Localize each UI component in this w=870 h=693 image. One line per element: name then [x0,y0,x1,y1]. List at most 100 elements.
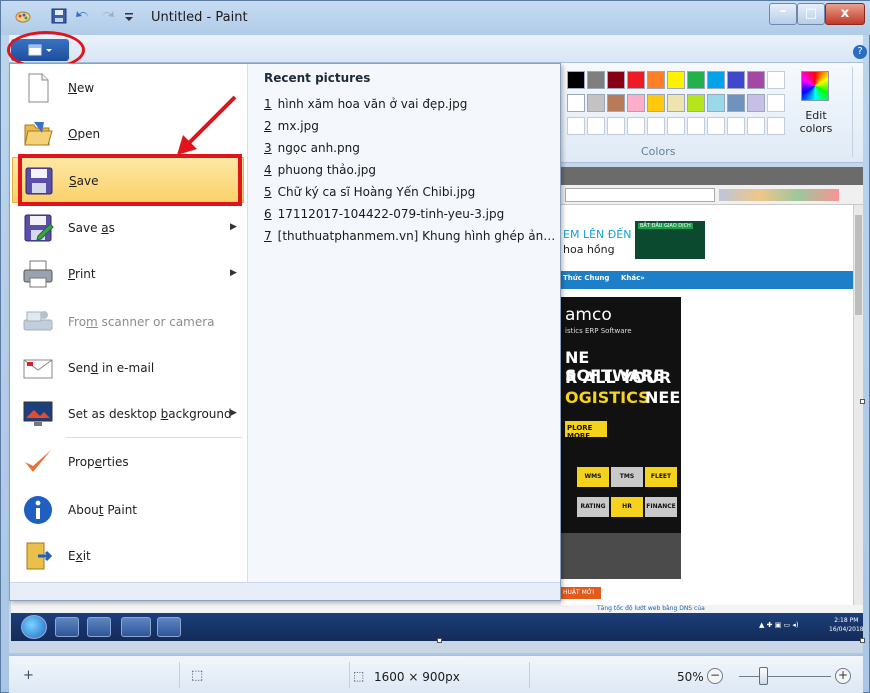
recent-item-number: 5 [264,185,272,199]
recent-picture-item[interactable]: 3 ngọc anh.png [264,141,556,163]
email-icon [22,352,54,384]
recent-picture-item[interactable]: 2 mx.jpg [264,119,556,141]
customize-toolbar-icon[interactable] [121,8,137,24]
color-swatch[interactable] [567,117,585,135]
help-icon[interactable]: ? [853,45,867,59]
color-swatch[interactable] [707,94,725,112]
canvas-resize-handle-corner[interactable] [860,638,865,643]
color-swatch[interactable] [687,71,705,89]
embedded-taskbar: ▲ ✚ ▣ ▭ ◂) 2:18 PM 16/04/2018 [11,613,864,641]
color-swatch[interactable] [747,94,765,112]
menu-item-set-as-desktop-background[interactable]: Set as desktop background ▶ [12,391,244,437]
new-document-icon [22,72,54,104]
recent-item-number: 4 [264,163,272,177]
menu-item-from-scanner-or-camera[interactable]: From scanner or camera [12,299,244,345]
menu-item-about-paint[interactable]: About Paint [12,487,244,533]
menu-item-properties[interactable]: Properties [12,439,244,485]
color-swatch[interactable] [727,117,745,135]
color-swatch[interactable] [687,94,705,112]
menu-item-label: From scanner or camera [68,315,215,329]
color-swatch[interactable] [667,94,685,112]
embedded-clock-time: 2:18 PM [834,617,859,624]
color-swatch[interactable] [627,94,645,112]
color-swatch[interactable] [767,117,785,135]
maximize-button[interactable]: □ [797,3,825,25]
color-swatch[interactable] [767,94,785,112]
color-swatch[interactable] [607,71,625,89]
status-divider [179,662,180,688]
color-swatch[interactable] [707,71,725,89]
color-swatch[interactable] [647,117,665,135]
recent-picture-item[interactable]: 5 Chữ ký ca sĩ Hoàng Yến Chibi.jpg [264,185,556,207]
canvas-resize-handle-right[interactable] [860,399,865,404]
recent-pictures-list: 1 hình xăm hoa văn ở vai đẹp.jpg 2 mx.jpg 3 n… [264,97,556,251]
recent-pictures-panel: Recent pictures 1 hình xăm hoa văn ở vai … [248,64,560,600]
ribbon-divider [852,67,853,157]
menu-item-save-as[interactable]: Save as ▶ [12,205,244,251]
recent-picture-item[interactable]: 4 phuong thảo.jpg [264,163,556,185]
recent-item-name: hình xăm hoa văn ở vai đẹp.jpg [277,97,468,111]
puzzle-piece: WMS [577,467,609,487]
menu-item-label: Save as [68,221,115,235]
redo-icon[interactable] [99,8,115,24]
color-swatch[interactable] [687,117,705,135]
color-swatch[interactable] [627,117,645,135]
recent-item-name: Chữ ký ca sĩ Hoàng Yến Chibi.jpg [277,185,476,199]
color-swatch[interactable] [587,117,605,135]
color-swatch[interactable] [647,94,665,112]
color-swatch[interactable] [707,117,725,135]
ad-logo: amco [565,305,612,325]
canvas-resize-handle-bottom[interactable] [437,638,442,643]
menu-item-send-in-e-mail[interactable]: Send in e-mail [12,345,244,391]
close-button[interactable]: x [825,3,865,25]
zoom-out-button[interactable]: − [707,668,723,684]
zoom-slider-thumb[interactable] [759,667,768,685]
quick-save-icon[interactable] [51,8,67,24]
color-swatch[interactable] [667,71,685,89]
scanner-icon [22,306,54,338]
menu-item-exit[interactable]: Exit [12,533,244,579]
color-swatch[interactable] [607,117,625,135]
recent-picture-item[interactable]: 6 17112017-104422-079-tinh-yeu-3.jpg [264,207,556,229]
puzzle-piece: TMS [611,467,643,487]
color-swatch[interactable] [727,94,745,112]
embedded-clock-date: 16/04/2018 [829,626,864,633]
printer-icon [22,258,54,290]
window-title: Untitled - Paint [151,10,248,25]
undo-icon[interactable] [75,8,91,24]
zoom-slider-track[interactable] [739,676,831,677]
color-swatch[interactable] [727,71,745,89]
color-swatch[interactable] [747,71,765,89]
minimize-button[interactable]: – [769,3,797,25]
banner-green-box: BẮT ĐẦU GIAO DỊCH [635,221,705,259]
color-swatch[interactable] [587,71,605,89]
paint-app-icon[interactable] [15,8,31,24]
edit-colors-button[interactable]: Edit colors [794,109,838,135]
color-swatch[interactable] [667,117,685,135]
menu-item-print[interactable]: Print ▶ [12,251,244,297]
desktop-icon [22,398,54,430]
edit-colors-icon[interactable] [801,71,829,101]
open-folder-icon [22,118,54,150]
zoom-in-button[interactable]: + [835,668,851,684]
embedded-start-orb-icon [21,615,47,639]
recent-picture-item[interactable]: 1 hình xăm hoa văn ở vai đẹp.jpg [264,97,556,119]
color-swatch[interactable] [767,71,785,89]
color-swatch[interactable] [607,94,625,112]
color-swatch[interactable] [567,94,585,112]
recent-item-name: mx.jpg [277,119,319,133]
ad-headline-3b: NEEDS [645,388,681,407]
embedded-section-tag: HUẬT MỚI [561,587,601,599]
color-swatch[interactable] [747,117,765,135]
exit-icon [22,540,54,572]
puzzle-piece: HR [611,497,643,517]
recent-picture-item[interactable]: 7 [thuthuatphanmem.vn] Khung hình ghép ản… [264,229,556,251]
color-swatch[interactable] [647,71,665,89]
zoom-level: 50% [677,670,704,684]
recent-item-name: ngọc anh.png [277,141,360,155]
color-swatch[interactable] [567,71,585,89]
menu-item-label: About Paint [68,503,138,517]
color-swatch[interactable] [627,71,645,89]
color-swatch[interactable] [587,94,605,112]
embedded-clock: 2:18 PM 16/04/2018 [829,616,864,634]
